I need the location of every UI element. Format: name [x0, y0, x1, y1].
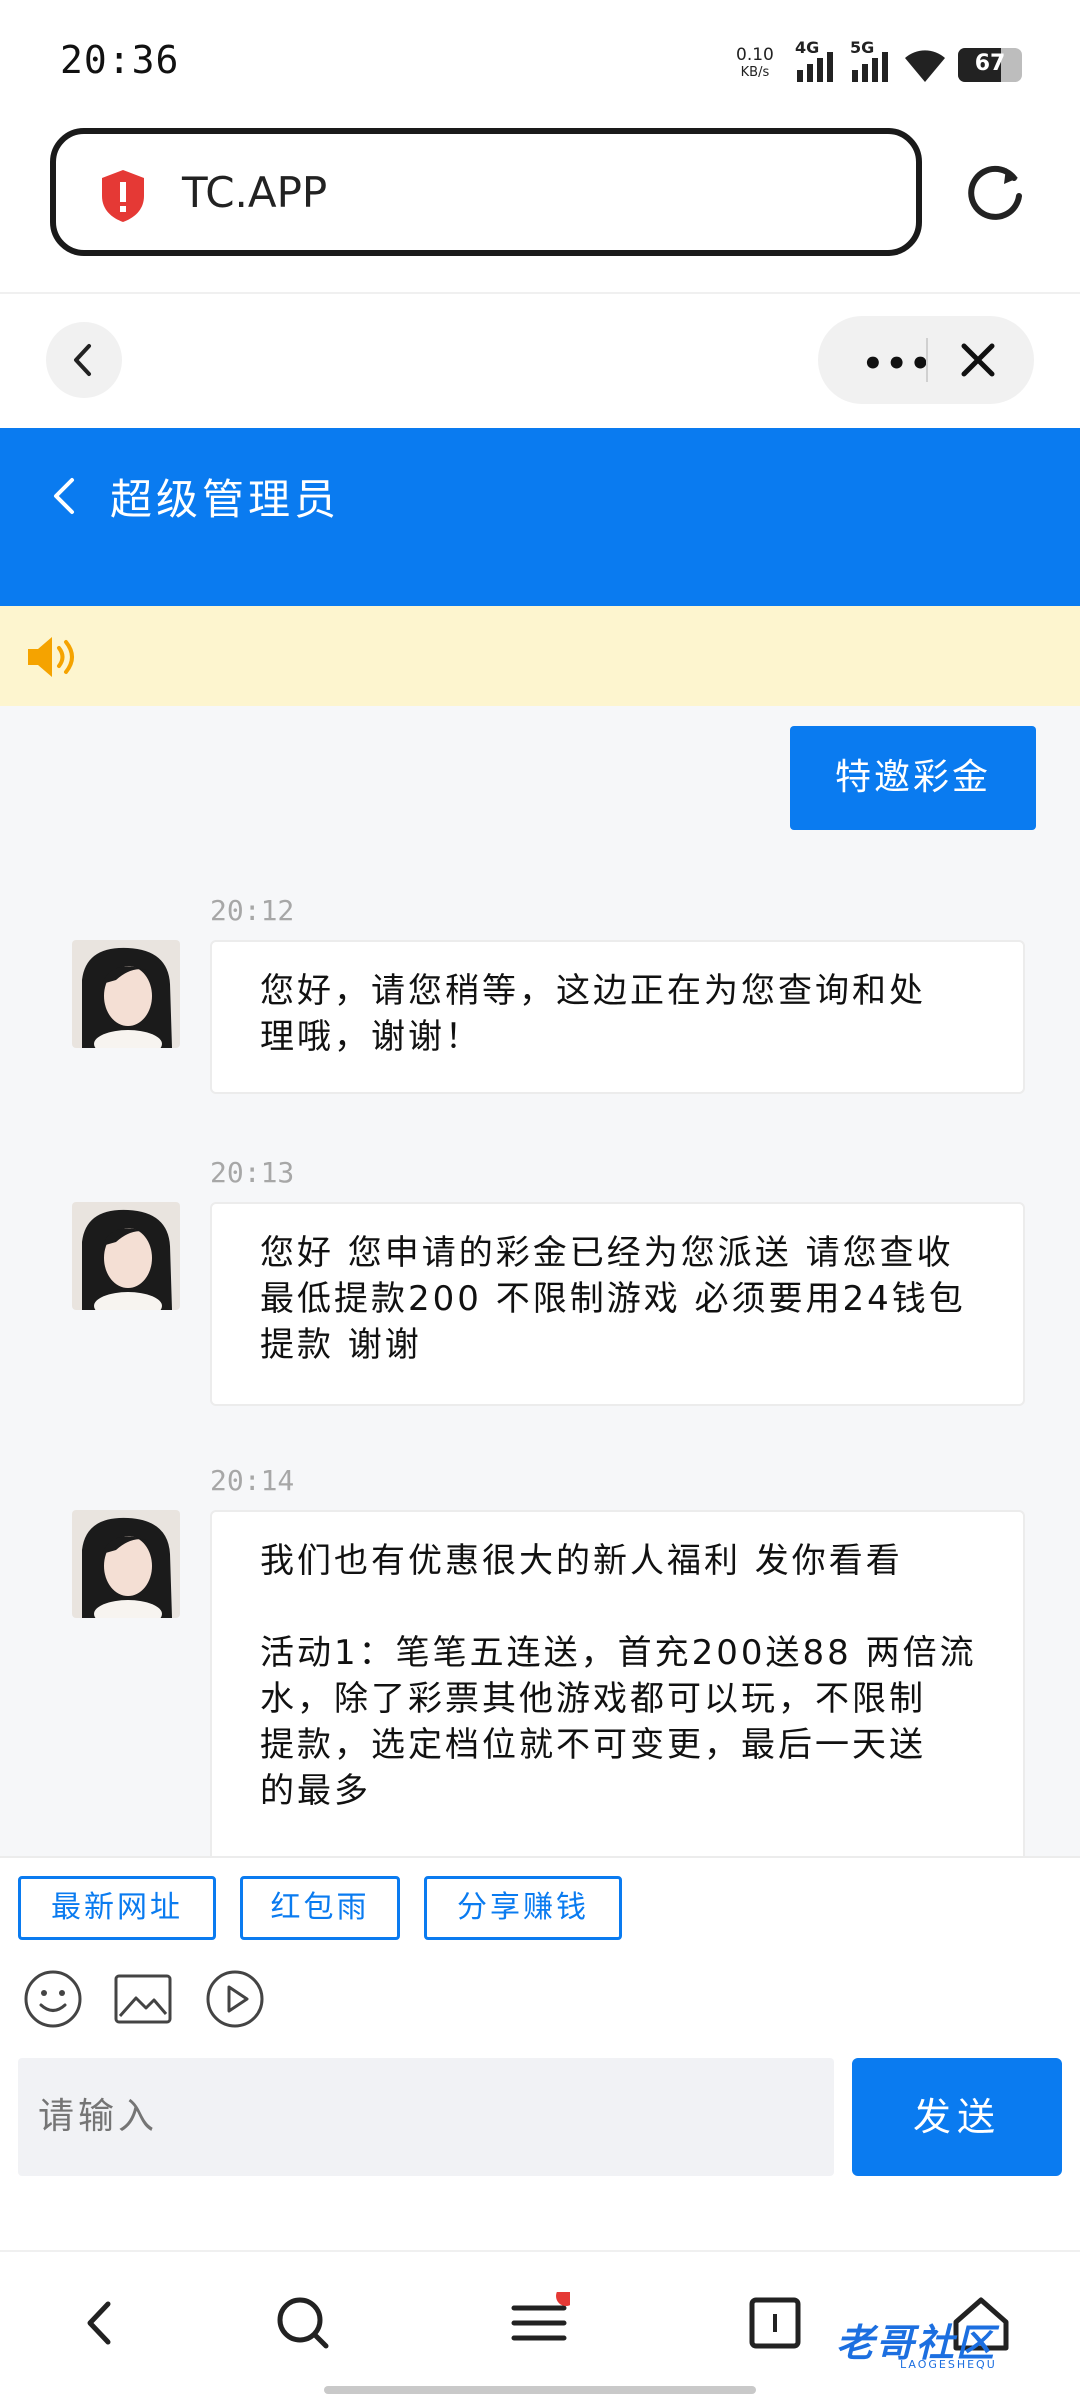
tabs-icon[interactable] [744, 2292, 806, 2354]
avatar[interactable] [72, 940, 180, 1048]
miniprogram-capsule: ••• [818, 316, 1034, 404]
image-icon[interactable] [112, 1968, 174, 2030]
message-input[interactable] [18, 2058, 834, 2176]
incoming-message: 我们也有优惠很大的新人福利 发你看看 活动1：笔笔五连送，首充200送88 两倍… [210, 1510, 1025, 1856]
incoming-message: 您好，请您稍等，这边正在为您查询和处 理哦，谢谢！ [210, 940, 1025, 1094]
network-speed-unit: KB/s [740, 65, 770, 80]
close-icon[interactable] [954, 336, 1002, 384]
status-bar: 20:36 0.10 KB/s 4G 5G 67 [0, 0, 1080, 120]
capsule-divider [926, 338, 928, 382]
security-warning-icon[interactable] [98, 168, 148, 228]
home-indicator[interactable] [324, 2386, 756, 2394]
chat-area[interactable]: 特邀彩金 20:12 您好，请您稍等，这边正在为您查询和处 理哦，谢谢！ 20:… [0, 706, 1080, 1856]
watermark-sub: LAOGESHEQU [900, 2358, 997, 2371]
composer-panel: 最新网址 红包雨 分享赚钱 发送 [0, 1856, 1080, 2250]
chat-header: 超级管理员 [0, 428, 1080, 606]
network-speed: 0.10 KB/s [736, 46, 774, 82]
quick-action-latest-url[interactable]: 最新网址 [18, 1876, 216, 1940]
outgoing-message: 特邀彩金 [790, 726, 1036, 830]
back-button[interactable] [46, 322, 122, 398]
menu-icon[interactable] [508, 2286, 576, 2354]
status-time: 20:36 [60, 38, 180, 82]
divider [0, 292, 1080, 294]
notice-bar [0, 606, 1080, 706]
more-icon[interactable]: ••• [862, 344, 933, 384]
speaker-icon [26, 634, 80, 684]
emoji-icon[interactable] [22, 1968, 84, 2030]
avatar[interactable] [72, 1202, 180, 1310]
search-icon[interactable] [272, 2292, 334, 2354]
message-time: 20:12 [210, 894, 295, 927]
quick-action-red-packet[interactable]: 红包雨 [240, 1876, 400, 1940]
message-time: 20:13 [210, 1156, 295, 1189]
url-text[interactable]: TC.APP [182, 168, 327, 217]
message-time: 20:14 [210, 1464, 295, 1497]
chevron-left-icon [74, 344, 91, 376]
battery-icon: 67 [958, 48, 1022, 82]
signal-4g-icon: 4G [795, 38, 839, 88]
incoming-message: 您好 您申请的彩金已经为您派送 请您查收 最低提款200 不限制游戏 必须要用2… [210, 1202, 1025, 1406]
nav-back-icon[interactable] [70, 2292, 132, 2354]
header-back-icon[interactable] [46, 468, 82, 528]
quick-action-share-earn[interactable]: 分享赚钱 [424, 1876, 622, 1940]
wifi-icon [902, 44, 948, 88]
reload-icon[interactable] [962, 160, 1028, 226]
battery-level: 67 [974, 51, 1006, 76]
video-icon[interactable] [204, 1968, 266, 2030]
page-title: 超级管理员 [110, 475, 341, 524]
address-bar[interactable]: TC.APP [50, 128, 922, 256]
send-button[interactable]: 发送 [852, 2058, 1062, 2176]
avatar[interactable] [72, 1510, 180, 1618]
network-speed-value: 0.10 [736, 45, 774, 65]
signal-5g-icon: 5G [850, 38, 894, 88]
